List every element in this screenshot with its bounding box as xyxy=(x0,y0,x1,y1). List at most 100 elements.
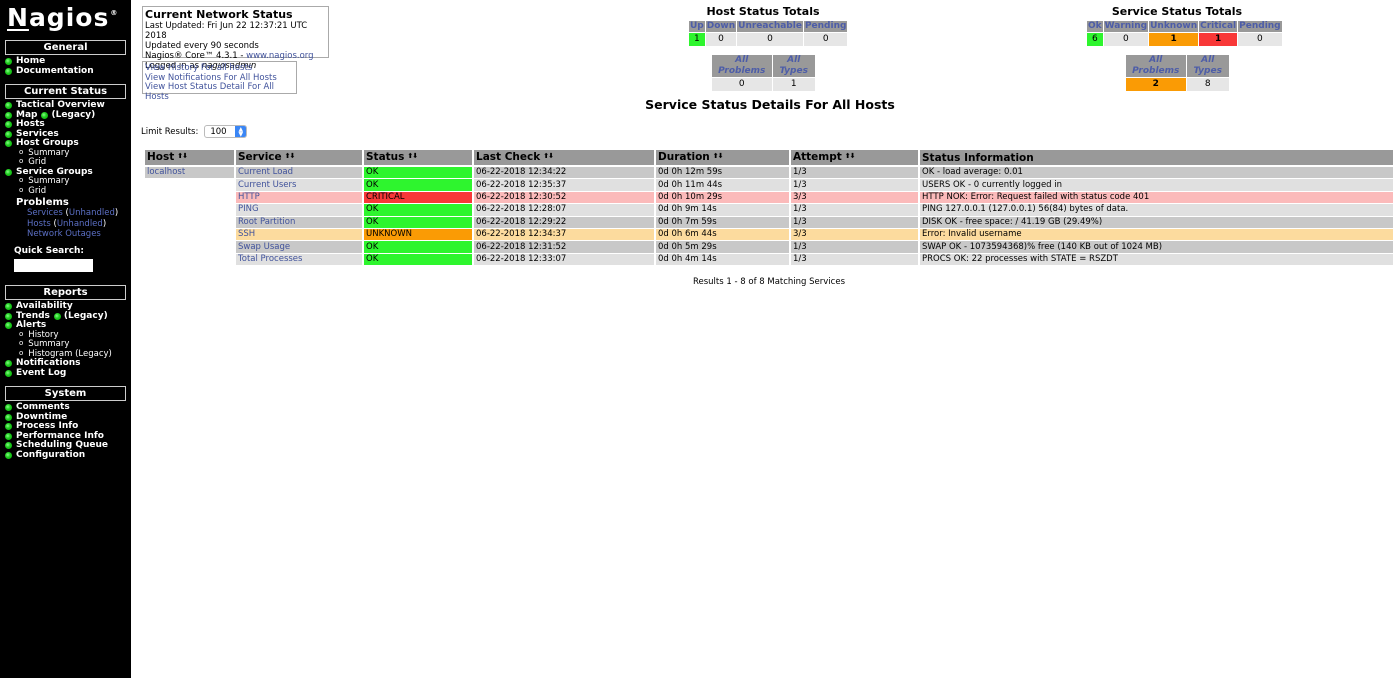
host-cell xyxy=(145,228,234,242)
sort-arrows-icon[interactable]: ⬆⬇ xyxy=(543,152,554,160)
host-totals-unreachable-header[interactable]: Unreachable xyxy=(737,21,803,32)
service-summary-table: All Problems All Types 2 8 xyxy=(1125,54,1230,92)
service-totals-unknown-header[interactable]: Unknown xyxy=(1149,21,1199,32)
host-totals-up-header[interactable]: Up xyxy=(689,21,705,32)
host-totals-down-value: 0 xyxy=(705,33,737,46)
service-link[interactable]: PING xyxy=(238,204,259,214)
host-link[interactable]: localhost xyxy=(147,167,185,177)
status-dot-icon xyxy=(5,442,12,450)
service-totals-unknown-value: 1 xyxy=(1149,33,1199,46)
status-cell: OK xyxy=(364,179,472,192)
status-cell: UNKNOWN xyxy=(364,228,472,242)
host-cell xyxy=(145,253,234,267)
status-info-cell: SWAP OK - 1073594368)% free (140 KB out … xyxy=(920,241,1393,254)
table-row: SSH UNKNOWN 06-22-2018 12:34:37 0d 0h 6m… xyxy=(145,228,1393,242)
nav-head-reports: Reports xyxy=(5,285,126,300)
nav-problems-heading: Problems xyxy=(16,197,69,208)
service-link[interactable]: Swap Usage xyxy=(238,242,290,252)
service-link[interactable]: SSH xyxy=(238,229,255,239)
status-dot-icon xyxy=(5,432,12,440)
table-row: localhost Current Load OK 06-22-2018 12:… xyxy=(145,167,1393,180)
host-summary-table: All Problems All Types 0 1 xyxy=(711,54,816,92)
service-link[interactable]: Current Users xyxy=(238,180,296,190)
col-attempt: Attempt ⬆⬇ xyxy=(791,150,918,167)
nav-documentation[interactable]: Documentation xyxy=(5,66,126,77)
last-check-cell: 06-22-2018 12:30:52 xyxy=(474,191,654,205)
nav-problems-services[interactable]: Services xyxy=(27,208,63,218)
nav-problems-hosts-unhandled[interactable]: Unhandled xyxy=(57,219,103,229)
nav-alerts[interactable]: Alerts xyxy=(5,320,126,331)
service-totals-ok-header[interactable]: Ok xyxy=(1087,21,1103,32)
attempt-cell: 1/3 xyxy=(791,216,918,229)
info-title: Current Network Status xyxy=(145,8,293,21)
service-all-problems-header[interactable]: All Problems xyxy=(1125,55,1186,77)
status-info-cell: Error: Invalid username xyxy=(920,228,1393,242)
status-cell: OK xyxy=(364,216,472,229)
status-dot-icon xyxy=(5,111,12,119)
host-all-problems-header[interactable]: All Problems xyxy=(711,55,772,77)
status-dot-icon xyxy=(5,67,12,75)
nav-problems-services-unhandled[interactable]: Unhandled xyxy=(69,208,115,218)
sort-arrows-icon[interactable]: ⬆⬇ xyxy=(177,152,188,160)
table-row: Total Processes OK 06-22-2018 12:33:07 0… xyxy=(145,253,1393,267)
service-link[interactable]: Root Partition xyxy=(238,217,295,227)
status-dot-icon xyxy=(41,111,49,119)
host-all-problems-value: 0 xyxy=(711,78,772,91)
network-status-info: Current Network Status Last Updated: Fri… xyxy=(142,6,329,71)
nav-problems-hosts[interactable]: Hosts xyxy=(27,219,51,229)
limit-results-select[interactable]: 100 ▲ ▼ xyxy=(204,125,248,138)
last-updated: Last Updated: Fri Jun 22 12:37:21 UTC 20… xyxy=(145,21,308,41)
nav-trends-legacy[interactable]: (Legacy) xyxy=(64,311,108,322)
service-totals-warning-header[interactable]: Warning xyxy=(1103,21,1149,32)
service-totals-ok-value: 6 xyxy=(1087,33,1103,46)
view-history-link[interactable]: View History For all hosts xyxy=(145,63,252,73)
sort-arrows-icon[interactable]: ⬆⬇ xyxy=(713,152,724,160)
sort-arrows-icon[interactable]: ⬆⬇ xyxy=(407,152,418,160)
service-link[interactable]: HTTP xyxy=(238,192,260,202)
host-all-types-header[interactable]: All Types xyxy=(772,55,815,77)
host-all-types-value: 1 xyxy=(772,78,815,91)
service-cell: Root Partition xyxy=(236,216,362,229)
last-check-cell: 06-22-2018 12:35:37 xyxy=(474,179,654,192)
view-notifications-link[interactable]: View Notifications For All Hosts xyxy=(145,73,277,83)
sort-arrows-icon[interactable]: ⬆⬇ xyxy=(285,152,296,160)
sort-arrows-icon[interactable]: ⬆⬇ xyxy=(845,152,856,160)
nav-configuration[interactable]: Configuration xyxy=(5,450,126,461)
col-duration: Duration ⬆⬇ xyxy=(656,150,789,167)
update-interval: Updated every 90 seconds xyxy=(145,41,259,51)
nav-network-outages[interactable]: Network Outages xyxy=(27,229,101,239)
nagios-website-link[interactable]: www.nagios.org xyxy=(246,51,313,61)
duration-cell: 0d 0h 12m 59s xyxy=(656,167,789,180)
service-totals-pending-header[interactable]: Pending xyxy=(1238,21,1282,32)
service-link[interactable]: Total Processes xyxy=(238,254,302,264)
select-arrows-icon: ▲ ▼ xyxy=(235,126,247,137)
service-totals-critical-header[interactable]: Critical xyxy=(1199,21,1238,32)
service-link[interactable]: Current Load xyxy=(238,167,293,177)
nav-section-general: General Home Documentation xyxy=(5,40,126,76)
nagios-logo[interactable]: Nagios® xyxy=(7,3,118,32)
duration-cell: 0d 0h 6m 44s xyxy=(656,228,789,242)
nav-service-groups-summary[interactable]: Summary xyxy=(5,176,126,187)
status-info-cell: PING 127.0.0.1 (127.0.0.1) 56(84) bytes … xyxy=(920,204,1393,217)
status-dot-icon xyxy=(5,303,12,311)
service-all-types-header[interactable]: All Types xyxy=(1186,55,1229,77)
col-last-check: Last Check ⬆⬇ xyxy=(474,150,654,167)
duration-cell: 0d 0h 4m 14s xyxy=(656,253,789,267)
quick-search-input[interactable] xyxy=(14,258,93,272)
host-totals-table: Up Down Unreachable Pending 1 0 0 0 xyxy=(688,20,848,47)
status-dot-icon xyxy=(5,140,12,148)
host-status-totals: Host Status Totals Up Down Unreachable P… xyxy=(688,5,848,92)
duration-cell: 0d 0h 11m 44s xyxy=(656,179,789,192)
service-status-totals: Service Status Totals Ok Warning Unknown… xyxy=(1086,5,1282,92)
table-row: HTTP CRITICAL 06-22-2018 12:30:52 0d 0h … xyxy=(145,191,1393,205)
service-cell: Current Load xyxy=(236,167,362,180)
nav-host-groups-summary[interactable]: Summary xyxy=(5,148,126,159)
nav-event-log[interactable]: Event Log xyxy=(5,368,126,379)
nav-problems-hosts-row: Hosts (Unhandled) xyxy=(27,218,107,229)
status-dot-icon xyxy=(5,413,12,421)
host-totals-pending-header[interactable]: Pending xyxy=(803,21,848,32)
host-totals-down-header[interactable]: Down xyxy=(705,21,737,32)
service-all-problems-value: 2 xyxy=(1125,78,1186,91)
last-check-cell: 06-22-2018 12:34:22 xyxy=(474,167,654,180)
nav-service-groups-grid[interactable]: Grid xyxy=(5,186,126,197)
